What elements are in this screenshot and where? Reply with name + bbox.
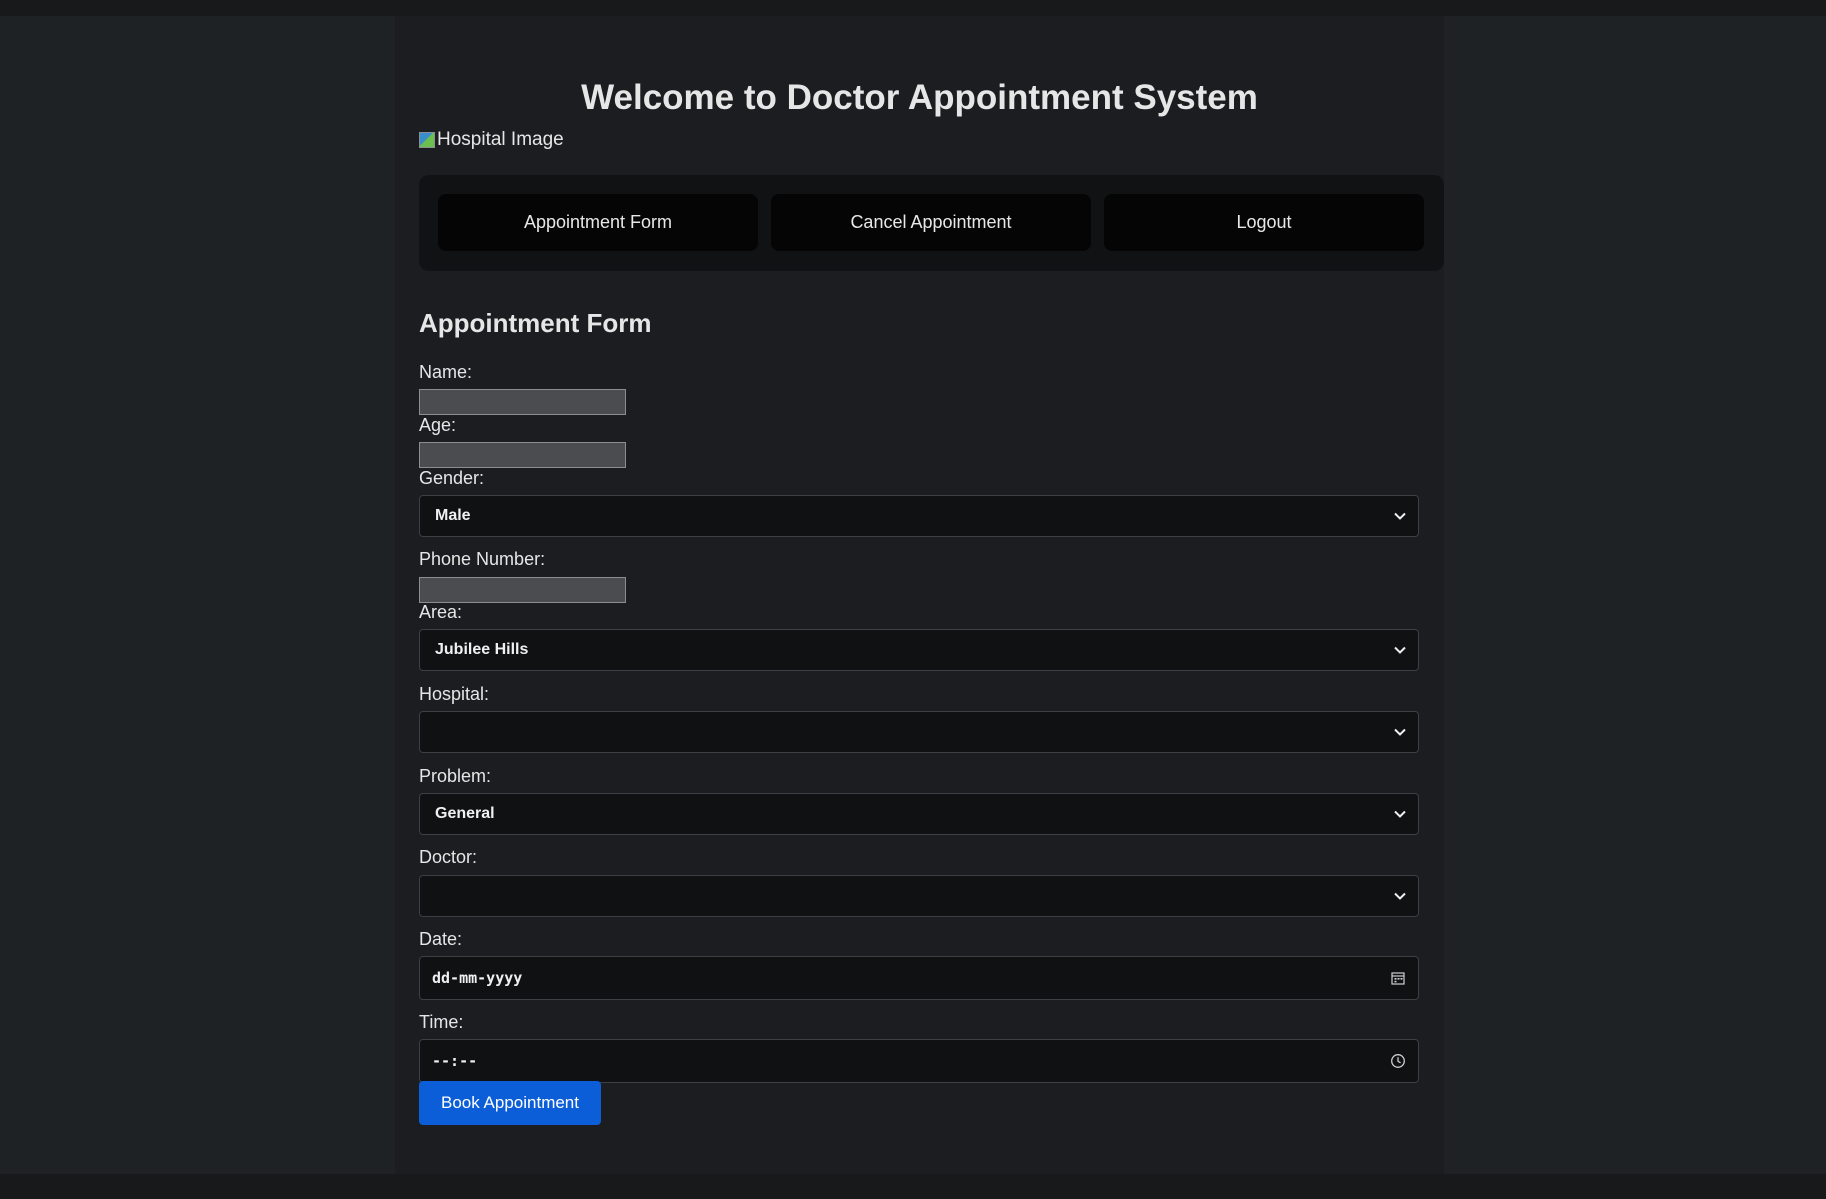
hospital-label: Hospital: (419, 684, 490, 704)
gender-select[interactable]: Male (419, 495, 1419, 537)
time-placeholder: --:-- (432, 1052, 478, 1070)
time-label: Time: (419, 1012, 464, 1032)
doctor-label: Doctor: (419, 847, 478, 867)
chevron-down-icon (1394, 512, 1406, 520)
chevron-down-icon (1394, 728, 1406, 736)
chevron-down-icon (1394, 892, 1406, 900)
date-placeholder: dd-mm-yyyy (432, 969, 523, 987)
name-input[interactable] (419, 389, 626, 415)
problem-selected-value: General (435, 805, 495, 822)
age-input[interactable] (419, 442, 626, 468)
phone-label: Phone Number: (419, 549, 546, 569)
name-label: Name: (419, 362, 473, 382)
main-container: Welcome to Doctor Appointment System Hos… (395, 16, 1444, 1174)
problem-label: Problem: (419, 766, 492, 786)
time-input[interactable]: --:-- (419, 1039, 1419, 1083)
age-label: Age: (419, 415, 457, 435)
nav-cancel-appointment-button[interactable]: Cancel Appointment (771, 194, 1091, 251)
form-title: Appointment Form (419, 308, 652, 338)
hospital-image: Hospital Image (419, 129, 564, 151)
nav-bar: Appointment Form Cancel Appointment Logo… (419, 175, 1444, 271)
calendar-icon[interactable] (1390, 970, 1406, 986)
gender-selected-value: Male (435, 507, 471, 524)
phone-input[interactable] (419, 577, 626, 603)
area-label: Area: (419, 602, 463, 622)
clock-icon[interactable] (1390, 1053, 1406, 1069)
page: Welcome to Doctor Appointment System Hos… (0, 0, 1826, 1199)
broken-image-icon (419, 132, 435, 148)
date-label: Date: (419, 929, 463, 949)
date-input[interactable]: dd-mm-yyyy (419, 956, 1419, 1000)
nav-logout-button[interactable]: Logout (1104, 194, 1424, 251)
area-selected-value: Jubilee Hills (435, 641, 529, 658)
page-title: Welcome to Doctor Appointment System (581, 78, 1258, 117)
problem-select[interactable]: General (419, 793, 1419, 835)
page-bottom-strip (0, 1174, 1826, 1199)
hospital-image-alt-text: Hospital Image (437, 129, 564, 150)
hospital-select[interactable] (419, 711, 1419, 753)
book-appointment-button[interactable]: Book Appointment (419, 1081, 601, 1125)
browser-top-strip (0, 0, 1826, 16)
chevron-down-icon (1394, 810, 1406, 818)
gender-label: Gender: (419, 468, 485, 488)
doctor-select[interactable] (419, 875, 1419, 917)
nav-appointment-form-button[interactable]: Appointment Form (438, 194, 758, 251)
area-select[interactable]: Jubilee Hills (419, 629, 1419, 671)
chevron-down-icon (1394, 646, 1406, 654)
